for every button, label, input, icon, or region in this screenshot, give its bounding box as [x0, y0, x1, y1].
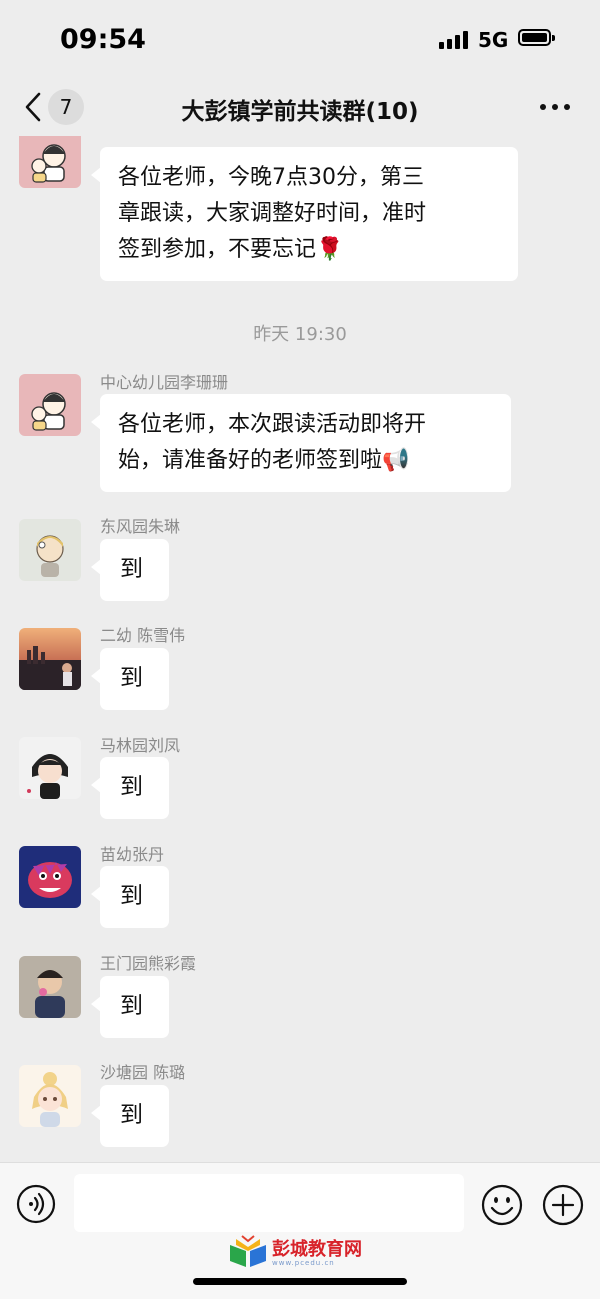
signal-icon — [439, 31, 469, 49]
status-time: 09:54 — [60, 24, 146, 55]
nav-bar: 7 大彭镇学前共读群(10) — [0, 80, 600, 136]
battery-icon — [518, 29, 555, 46]
sender-name: 二幼 陈雪伟 — [100, 626, 186, 645]
message-bubble[interactable]: 到 — [91, 539, 169, 601]
watermark-text: 彭城教育网 — [272, 1239, 362, 1260]
emoji-icon — [481, 1184, 523, 1226]
message-line: 签到参加，不要忘记🌹 — [118, 237, 344, 262]
message-line: 始，请准备好的老师签到啦📢 — [118, 448, 410, 473]
avatar[interactable] — [19, 628, 81, 690]
sender-name: 马林园刘凤 — [100, 736, 181, 755]
timestamp-divider: 昨天 19:30 — [253, 324, 347, 345]
message-line: 各位老师，本次跟读活动即将开 — [118, 412, 427, 437]
message-bubble[interactable]: 各位老师，今晚7点30分，第三 章跟读，大家调整好时间，准时 签到参加，不要忘记… — [91, 147, 518, 281]
message-bubble[interactable]: 到 — [91, 648, 169, 710]
watermark: 彭城教育网 www.pcedu.cn — [228, 1235, 378, 1269]
message-bubble[interactable]: 到 — [91, 757, 169, 819]
chat-title: 大彭镇学前共读群(10) — [181, 99, 419, 125]
sender-name: 沙塘园 陈璐 — [100, 1063, 186, 1082]
voice-button[interactable] — [16, 1184, 56, 1224]
status-bar: 09:54 5G — [0, 0, 600, 80]
sender-name: 东风园朱琳 — [100, 517, 181, 536]
watermark-url: www.pcedu.cn — [272, 1259, 335, 1267]
more-button[interactable] — [538, 104, 572, 112]
unread-count-badge[interactable]: 7 — [48, 89, 84, 125]
message-line: 章跟读，大家调整好时间，准时 — [118, 201, 427, 226]
more-icon — [540, 104, 546, 110]
sender-name: 苗幼张丹 — [100, 845, 165, 864]
plus-icon — [542, 1184, 584, 1226]
message-bubble[interactable]: 到 — [91, 866, 169, 928]
book-logo-icon — [230, 1235, 266, 1267]
input-bar: 彭城教育网 www.pcedu.cn — [0, 1162, 600, 1299]
more-functions-button[interactable] — [542, 1184, 584, 1226]
avatar[interactable] — [19, 1065, 81, 1127]
message-input[interactable] — [74, 1174, 464, 1232]
sender-name: 王门园熊彩霞 — [100, 954, 197, 973]
avatar[interactable] — [19, 519, 81, 581]
message-line: 各位老师，今晚7点30分，第三 — [118, 165, 424, 190]
message-bubble[interactable]: 各位老师，本次跟读活动即将开 始，请准备好的老师签到啦📢 — [91, 394, 511, 492]
avatar[interactable] — [19, 136, 81, 188]
network-type: 5G — [478, 28, 509, 52]
avatar[interactable] — [19, 846, 81, 908]
home-indicator[interactable] — [193, 1278, 407, 1285]
message-bubble[interactable]: 到 — [91, 976, 169, 1038]
voice-icon — [16, 1184, 56, 1224]
sender-name: 中心幼儿园李珊珊 — [100, 373, 229, 392]
avatar[interactable] — [19, 956, 81, 1018]
avatar[interactable] — [19, 374, 81, 436]
emoji-button[interactable] — [481, 1184, 523, 1226]
message-bubble[interactable]: 到 — [91, 1085, 169, 1147]
chat-area[interactable]: 各位老师，今晚7点30分，第三 章跟读，大家调整好时间，准时 签到参加，不要忘记… — [0, 136, 600, 1162]
avatar[interactable] — [19, 737, 81, 799]
